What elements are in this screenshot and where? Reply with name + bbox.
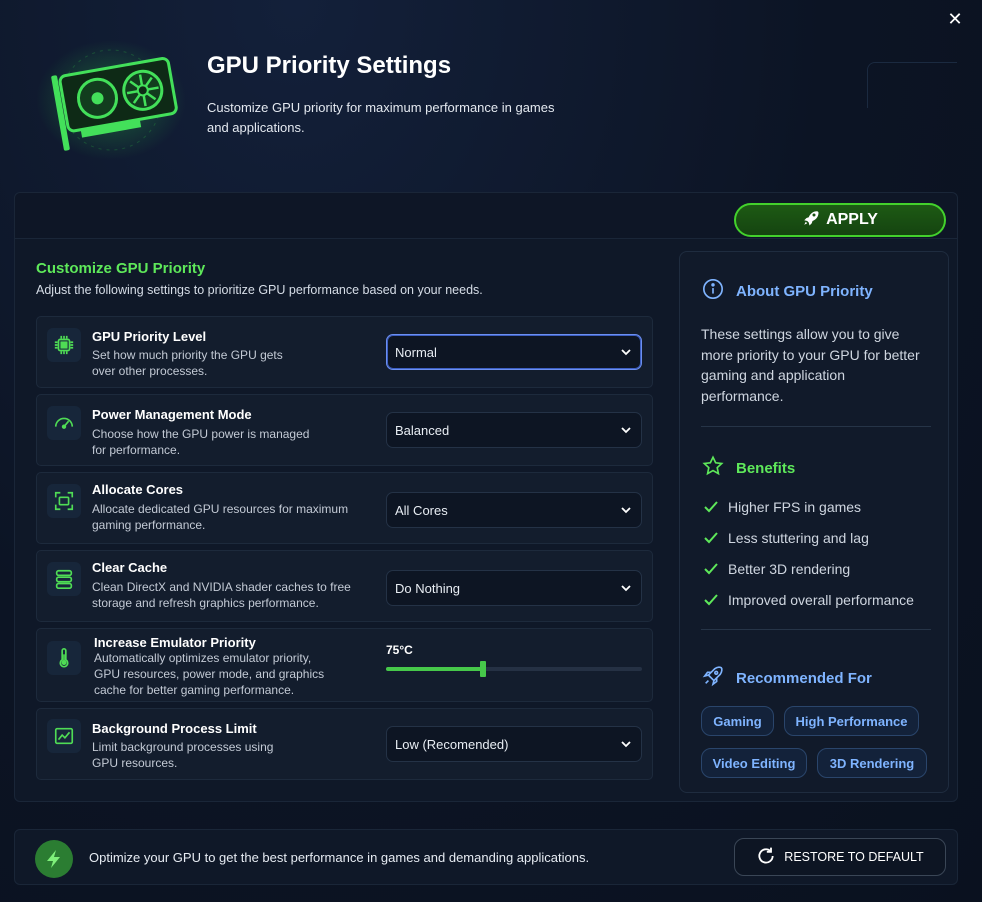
benefit-item: Less stuttering and lag <box>704 530 869 546</box>
check-icon <box>704 594 718 606</box>
apply-label: APPLY <box>826 211 878 228</box>
benefit-item: Higher FPS in games <box>704 499 861 515</box>
setting-gpu-priority-level: GPU Priority Level Set how much priority… <box>36 316 653 388</box>
apply-button[interactable]: APPLY <box>734 203 946 237</box>
chevron-down-icon <box>621 585 631 592</box>
clear-cache-select[interactable]: Do Nothing <box>386 570 642 606</box>
thermometer-icon <box>47 641 81 675</box>
restore-label: RESTORE TO DEFAULT <box>784 850 924 864</box>
slider-fill <box>386 667 484 671</box>
check-icon <box>704 501 718 513</box>
page-title: GPU Priority Settings <box>207 52 452 79</box>
chevron-down-icon <box>621 507 631 514</box>
select-value: Do Nothing <box>395 580 461 596</box>
divider <box>701 426 931 427</box>
check-icon <box>704 532 718 544</box>
close-icon[interactable]: ✕ <box>946 11 964 29</box>
benefits-header: Benefits <box>702 455 795 481</box>
select-value: Low (Recomended) <box>395 736 509 752</box>
page-subtitle: Customize GPU priority for maximum perfo… <box>207 100 555 135</box>
chip-video-editing[interactable]: Video Editing <box>701 748 807 778</box>
benefit-label: Better 3D rendering <box>728 561 851 577</box>
recommended-header: Recommended For <box>702 665 872 691</box>
setting-title: Allocate Cores <box>92 482 184 497</box>
setting-allocate-cores: Allocate Cores Allocate dedicated GPU re… <box>36 472 653 544</box>
section-title: Customize GPU Priority <box>36 260 206 277</box>
benefit-label: Less stuttering and lag <box>728 530 869 546</box>
app-window: ✕ GPU Priority Settings Customize GPU pr… <box>0 0 982 902</box>
select-value: All Cores <box>395 502 448 518</box>
select-value: Balanced <box>395 422 450 438</box>
chip-gaming[interactable]: Gaming <box>701 706 774 736</box>
setting-description: Set how much priority the GPU gets over … <box>92 348 283 378</box>
setting-description: Clean DirectX and NVIDIA shader caches t… <box>92 580 351 610</box>
emulator-priority-slider[interactable] <box>386 661 642 677</box>
gauge-icon <box>47 406 81 440</box>
benefit-label: Higher FPS in games <box>728 499 862 515</box>
setting-title: Clear Cache <box>92 560 168 575</box>
rocket-icon <box>702 665 724 691</box>
chip-high-performance[interactable]: High Performance <box>784 706 919 736</box>
star-icon <box>702 455 724 481</box>
cores-icon <box>47 484 81 518</box>
setting-description: Automatically optimizes emulator priorit… <box>94 651 325 697</box>
rocket-icon <box>802 209 820 232</box>
benefit-label: Improved overall performance <box>728 592 914 608</box>
chip-3d-rendering[interactable]: 3D Rendering <box>817 748 927 778</box>
setting-title: Background Process Limit <box>92 721 257 736</box>
about-header: About GPU Priority <box>702 278 873 304</box>
recommended-title: Recommended For <box>736 669 872 687</box>
chevron-down-icon <box>621 427 631 434</box>
temperature-value: 75°C <box>386 643 413 657</box>
setting-title: GPU Priority Level <box>92 329 207 344</box>
gpu-card-icon <box>36 40 186 160</box>
about-title: About GPU Priority <box>736 282 873 300</box>
about-panel: About GPU Priority These settings allow … <box>679 251 949 793</box>
select-value: Normal <box>395 344 437 360</box>
setting-background-process-limit: Background Process Limit Limit backgroun… <box>36 708 653 780</box>
benefit-item: Improved overall performance <box>704 592 914 608</box>
lightning-icon <box>35 840 73 878</box>
setting-emulator-priority: Increase Emulator Priority Automatically… <box>36 628 653 702</box>
check-icon <box>704 563 718 575</box>
chevron-down-icon <box>621 741 631 748</box>
settings-panel: APPLY Customize GPU Priority Adjust the … <box>14 192 958 802</box>
footer-text: Optimize your GPU to get the best perfor… <box>89 850 590 865</box>
database-icon <box>47 562 81 596</box>
footer-bar: Optimize your GPU to get the best perfor… <box>14 829 958 885</box>
panel-toolbar: APPLY <box>15 193 957 239</box>
setting-description: Allocate dedicated GPU resources for max… <box>92 502 349 532</box>
chevron-down-icon <box>621 349 631 356</box>
power-mode-select[interactable]: Balanced <box>386 412 642 448</box>
divider <box>701 629 931 630</box>
benefit-item: Better 3D rendering <box>704 561 850 577</box>
decorative-frame <box>867 62 957 108</box>
benefits-title: Benefits <box>736 459 796 477</box>
setting-description: Limit background processes using GPU res… <box>92 740 274 770</box>
gpu-priority-select[interactable]: Normal <box>386 334 642 370</box>
info-icon <box>702 278 724 304</box>
background-limit-select[interactable]: Low (Recomended) <box>386 726 642 762</box>
section-subtitle: Adjust the following settings to priorit… <box>36 283 483 297</box>
restore-default-button[interactable]: RESTORE TO DEFAULT <box>734 838 946 876</box>
setting-title: Power Management Mode <box>92 407 252 422</box>
setting-title: Increase Emulator Priority <box>94 635 256 650</box>
chart-icon <box>47 719 81 753</box>
setting-power-management: Power Management Mode Choose how the GPU… <box>36 394 653 466</box>
slider-thumb[interactable] <box>480 661 487 677</box>
chip-icon <box>47 328 81 362</box>
setting-clear-cache: Clear Cache Clean DirectX and NVIDIA sha… <box>36 550 653 622</box>
allocate-cores-select[interactable]: All Cores <box>386 492 642 528</box>
about-text: These settings allow you to give more pr… <box>701 326 920 404</box>
refresh-icon <box>756 846 776 869</box>
setting-description: Choose how the GPU power is managed for … <box>92 427 310 457</box>
